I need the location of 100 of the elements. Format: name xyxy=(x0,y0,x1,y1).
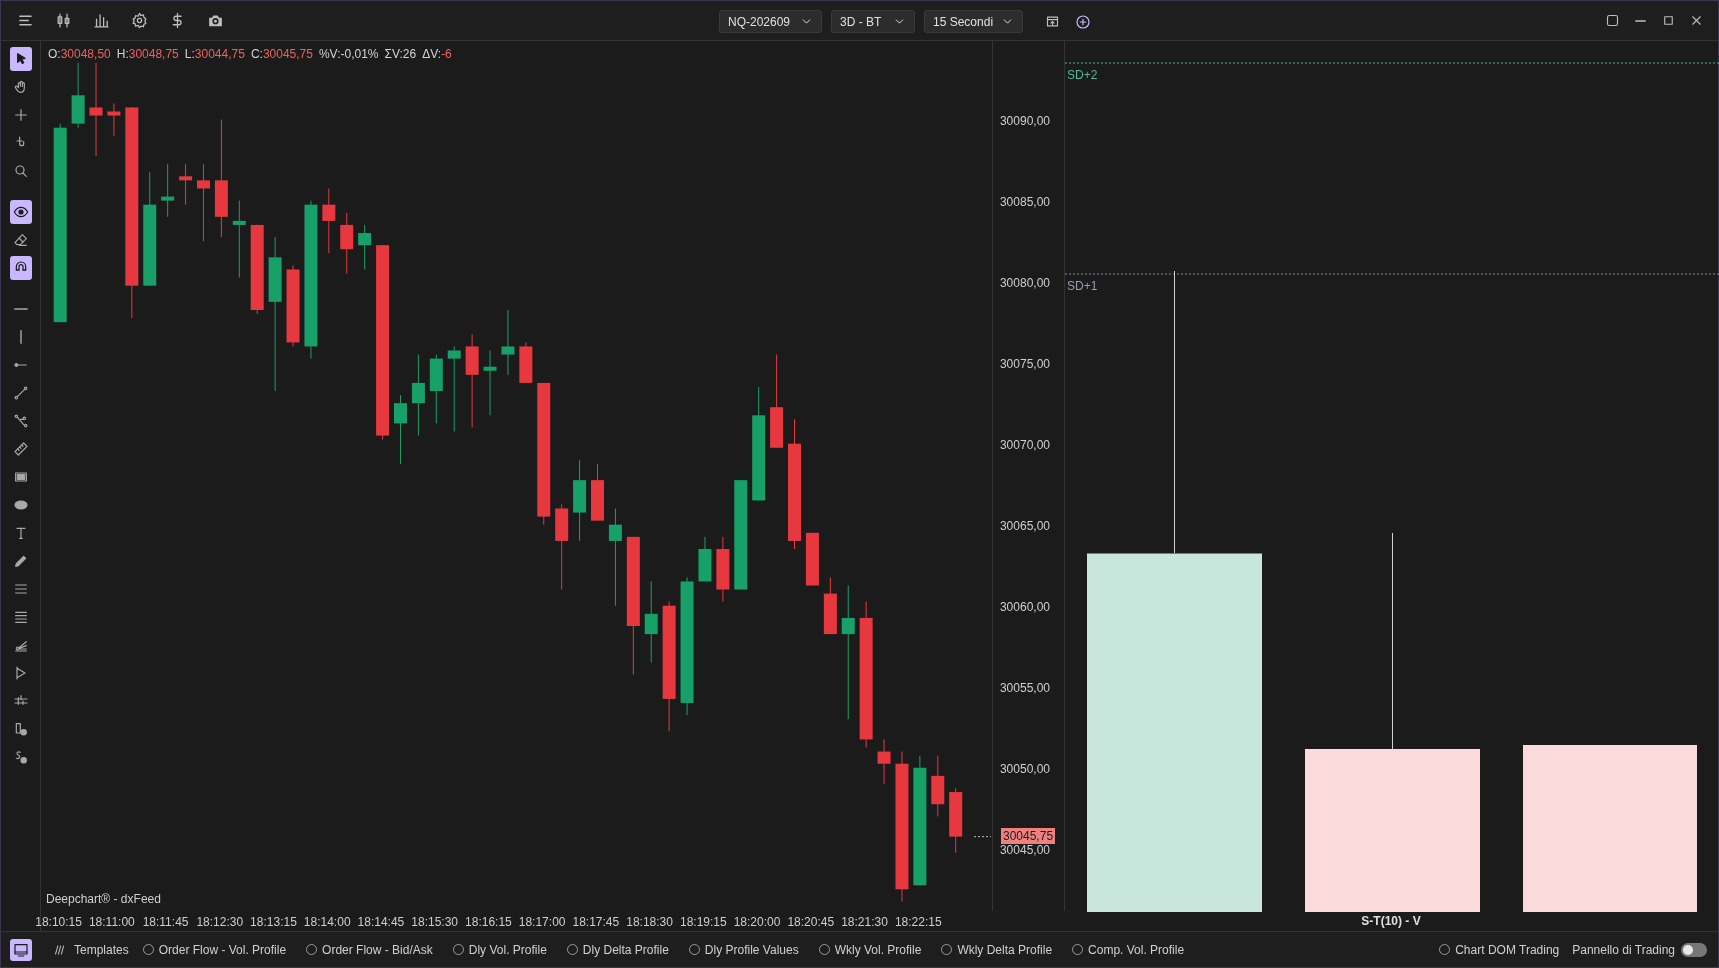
template-option[interactable]: Wkly Vol. Profile xyxy=(818,940,922,959)
time-label: 18:18:30 xyxy=(626,914,673,931)
time-label: 18:10:15 xyxy=(35,914,82,931)
time-label: 18:13:15 xyxy=(250,914,297,931)
candle xyxy=(716,536,730,603)
ohlc-value: ΔV:-6 xyxy=(422,46,452,63)
ohlc-value: L:30044,75 xyxy=(184,46,245,63)
minimize-icon xyxy=(1635,19,1646,22)
chart-type-dropdown[interactable]: 3D - BT xyxy=(831,10,915,33)
level-label: SD+1 xyxy=(1067,278,1098,295)
stripes-icon xyxy=(52,942,66,957)
time-label: 18:17:45 xyxy=(572,914,620,931)
candle xyxy=(519,341,533,384)
candle xyxy=(71,62,85,129)
template-option[interactable]: Comp. Vol. Profile xyxy=(1072,940,1185,959)
maximize-button[interactable] xyxy=(1661,13,1676,28)
rectangle-icon xyxy=(12,469,29,485)
candle xyxy=(877,738,891,785)
eye-tool[interactable] xyxy=(9,200,32,224)
time-label: 18:14:00 xyxy=(303,914,351,931)
plus-circle-icon xyxy=(1075,13,1091,30)
monitor-icon xyxy=(13,941,29,958)
template-option[interactable]: Order Flow - Vol. Profile xyxy=(142,940,287,959)
time-label: 18:14:45 xyxy=(357,914,405,931)
ohlc-value: O:30048,50 xyxy=(48,46,111,63)
candle xyxy=(483,350,497,416)
candle xyxy=(107,102,121,137)
horizontal-line-icon xyxy=(13,308,28,310)
ellipse-icon xyxy=(12,497,29,513)
template-option[interactable]: Dly Vol. Profile xyxy=(452,940,547,959)
last-price-tag: 30045,75 xyxy=(1001,827,1056,844)
price-label: 30050,00 xyxy=(999,760,1050,778)
price-label: 30065,00 xyxy=(999,517,1050,535)
candle xyxy=(949,787,963,854)
ohlc-value: H:30048,75 xyxy=(116,46,179,63)
price-label: 30070,00 xyxy=(999,436,1050,454)
line-segment-icon xyxy=(12,385,29,401)
ruler-icon xyxy=(12,441,29,457)
time-label: 18:20:45 xyxy=(787,914,835,931)
vertical-line-icon xyxy=(19,330,22,344)
time-label: 18:11:45 xyxy=(142,914,189,931)
time-label: 18:20:00 xyxy=(733,914,781,931)
last-price-line xyxy=(973,836,992,838)
three-lines-icon xyxy=(12,581,29,597)
settings-icon xyxy=(130,12,148,29)
candle xyxy=(322,187,336,254)
ohlc-value: ΣV:26 xyxy=(384,46,417,63)
interval-dropdown[interactable]: 15 Secondi xyxy=(924,10,1023,33)
price-label: 30045,00 xyxy=(999,842,1050,859)
zoom-icon xyxy=(12,163,29,179)
four-lines-icon xyxy=(12,609,29,625)
time-label: 18:17:00 xyxy=(518,914,566,931)
time-label: 18:15:30 xyxy=(411,914,458,931)
instrument-dropdown[interactable]: NQ-202609 xyxy=(719,10,822,33)
candle xyxy=(429,354,443,424)
price-label: 30055,00 xyxy=(999,679,1050,697)
candle xyxy=(591,463,604,522)
chart-dom-option[interactable]: Chart DOM Trading xyxy=(1439,940,1560,959)
time-label: 18:11:00 xyxy=(88,914,135,931)
template-option[interactable]: Wkly Delta Profile xyxy=(941,940,1053,959)
bar-chart-icon xyxy=(92,12,110,29)
candle xyxy=(179,163,193,206)
eraser-icon xyxy=(12,232,29,248)
close-icon xyxy=(1689,13,1704,28)
data-source-label: Deepchart® - dxFeed xyxy=(46,891,161,908)
template-option[interactable]: Order Flow - Bid/Ask xyxy=(306,940,433,959)
crosshair-icon xyxy=(12,107,29,123)
time-label: 18:12:30 xyxy=(196,914,244,931)
time-label: 18:22:15 xyxy=(894,914,942,931)
price-label: 30085,00 xyxy=(999,193,1050,211)
maximize-icon xyxy=(1661,13,1676,28)
layout-button[interactable] xyxy=(1605,13,1620,28)
candle xyxy=(823,576,837,635)
ohlc-value: C:30045,75 xyxy=(250,46,313,63)
level-label: SD+2 xyxy=(1067,67,1098,84)
candle xyxy=(394,394,407,465)
pencil-icon xyxy=(12,553,29,569)
time-label: 18:16:15 xyxy=(465,914,512,931)
price-label: 30080,00 xyxy=(999,274,1050,292)
square-icon xyxy=(1605,13,1620,28)
templates-button[interactable]: Templates xyxy=(52,940,129,959)
trading-panel-toggle[interactable] xyxy=(1681,942,1707,957)
eye-icon xyxy=(12,204,29,220)
price-label: 30090,00 xyxy=(999,112,1050,130)
candle xyxy=(805,532,819,586)
panel-toggle-button[interactable] xyxy=(10,938,32,961)
template-option[interactable]: Dly Delta Profile xyxy=(566,940,669,959)
template-option[interactable]: Dly Profile Values xyxy=(688,940,799,959)
time-label: 18:19:15 xyxy=(679,914,727,931)
trading-panel-label: Pannello di Trading xyxy=(1572,941,1675,959)
path-icon xyxy=(12,413,29,429)
close-button[interactable] xyxy=(1689,13,1704,28)
candle xyxy=(161,163,175,218)
candle xyxy=(501,309,515,376)
magnet-tool[interactable] xyxy=(9,256,32,280)
study-title: S-T(10) - V xyxy=(1361,913,1421,930)
pointer-tool[interactable] xyxy=(9,47,32,71)
time-label: 18:21:30 xyxy=(841,914,888,931)
price-label: 30075,00 xyxy=(999,355,1050,373)
price-label: 30060,00 xyxy=(999,598,1050,616)
